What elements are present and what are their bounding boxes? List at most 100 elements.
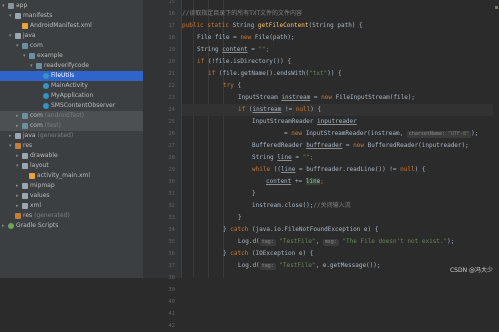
tree-item[interactable]: MainActivity [0, 81, 143, 91]
code-text: { [237, 82, 242, 89]
code-text: ); [447, 238, 455, 245]
tree-item[interactable]: ▾ manifests [0, 11, 143, 21]
code-variable: line [305, 178, 321, 185]
code-text: != [281, 106, 296, 113]
tree-item-label: activity_main.xml [37, 172, 91, 179]
tree-item[interactable]: ▸ java (generated) [0, 131, 143, 141]
tree-item[interactable]: ▸ values [0, 191, 143, 201]
code-comment: //读取指定目录下的所有TXT文件的文件内容 [182, 10, 303, 17]
tree-item-label: SMSContentObserver [51, 102, 116, 109]
tree-item-label: res [23, 142, 33, 149]
tree-item[interactable]: res (generated) [0, 211, 143, 221]
tree-item-tag: (androidTest) [42, 112, 85, 119]
tree-item[interactable]: ▸ drawable [0, 151, 143, 161]
code-line: String content = ""; [197, 44, 269, 56]
tree-item-label: com [30, 112, 43, 119]
code-text: = [342, 142, 354, 149]
code-line: BufferedReader buffreader = new Buffered… [252, 140, 469, 152]
code-keyword: if [238, 106, 249, 113]
tree-item[interactable]: AndroidManifest.xml [0, 21, 143, 31]
editor-scrollbar[interactable] [493, 0, 499, 278]
line-number: 30 [168, 179, 175, 185]
tree-item-label: MyApplication [51, 92, 94, 99]
current-line-highlight [182, 104, 499, 116]
code-line: } [252, 188, 256, 200]
code-text: instream.close(); [252, 202, 314, 209]
tree-item[interactable]: SMSContentObserver [0, 101, 143, 111]
tree-item[interactable]: ▾ res [0, 141, 143, 151]
code-string: "TestFile" [279, 262, 316, 269]
code-brace: } [238, 214, 242, 221]
folder-icon [22, 162, 28, 169]
tree-item[interactable]: ▸ xml [0, 201, 143, 211]
tree-item-label: java [23, 132, 36, 139]
tree-item-tag: (generated) [32, 212, 70, 219]
tree-item[interactable]: ▾ java [0, 31, 143, 41]
tree-item-label: com [30, 122, 43, 129]
tree-item[interactable]: ▸ mipmap [0, 181, 143, 191]
code-text: ) { [414, 166, 426, 173]
tree-item[interactable]: ▸ com (test) [0, 121, 143, 131]
code-string: "The File doesn't not exist." [342, 238, 448, 245]
tree-item[interactable]: MyApplication [0, 91, 143, 101]
tree-item-label: layout [30, 162, 49, 169]
code-keyword: if [197, 58, 208, 65]
code-text: = [310, 94, 322, 101]
tree-item[interactable]: FileUtils [0, 71, 143, 81]
code-keyword: catch [230, 226, 252, 233]
res-icon [15, 212, 21, 219]
code-text: ; [265, 46, 270, 53]
code-variable: instream [281, 94, 311, 101]
code-type: String [232, 22, 258, 29]
tree-item-label: drawable [30, 152, 58, 159]
pkg-icon [29, 52, 35, 59]
line-number: 26 [168, 131, 175, 137]
tree-item-label: xml [30, 202, 42, 209]
code-string: "txt" [309, 70, 328, 77]
line-number: 21 [168, 71, 175, 77]
code-line: public static String getFileContent(Stri… [182, 20, 363, 32]
line-number: 16 [168, 11, 175, 17]
tree-item[interactable]: ▾ example [0, 51, 143, 61]
code-text: FileInputStream(file); [335, 94, 416, 101]
line-number: 34 [168, 227, 175, 233]
line-number: 25 [168, 119, 175, 125]
pkg-icon [22, 112, 28, 119]
folder-icon [22, 182, 28, 189]
line-number: 19 [168, 47, 175, 53]
tree-item[interactable]: ▾ layout [0, 161, 143, 171]
code-line: InputStream instream = new FileInputStre… [238, 92, 415, 104]
folder-icon [15, 132, 21, 139]
tree-item-label: AndroidManifest.xml [30, 22, 92, 29]
code-brace: } [252, 190, 256, 197]
code-line: instream.close();//关闭输入流 [252, 200, 351, 212]
code-text: String [252, 154, 278, 161]
code-variable: inputreader [317, 118, 357, 125]
tree-item[interactable]: ▸ Gradle Scripts [0, 221, 143, 231]
code-editor[interactable]: //读取指定目录下的所有TXT文件的文件内容 public static Str… [182, 0, 499, 278]
code-text: , e.getMessage()); [315, 262, 381, 269]
code-line: //读取指定目录下的所有TXT文件的文件内容 [182, 8, 302, 20]
code-text: (file.getName().endsWith( [218, 70, 310, 77]
code-text: InputStreamReader [252, 118, 318, 125]
res-icon [15, 142, 21, 149]
code-variable: line [277, 154, 292, 161]
folder-icon [22, 202, 28, 209]
project-tree-panel: ▾ app ▾ manifests AndroidManifest.xml ▾ java ▾ c… [0, 0, 144, 278]
tree-item[interactable]: ▾ app [0, 1, 143, 11]
line-number: 41 [168, 311, 175, 317]
tree-item[interactable]: ▾ readverifycode [0, 61, 143, 71]
tree-item-label: res [23, 212, 33, 219]
code-string: "TestFile" [279, 238, 316, 245]
line-number: 28 [168, 155, 175, 161]
tree-item-label: readverifycode [44, 62, 89, 69]
code-line: InputStreamReader inputreader [252, 116, 357, 128]
tree-item[interactable]: ▾ com [0, 41, 143, 51]
tree-item[interactable]: ▸ com (androidTest) [0, 111, 143, 121]
code-text: (( [273, 166, 281, 173]
code-text: += [291, 178, 306, 185]
tree-item-label: com [30, 42, 43, 49]
tree-item[interactable]: activity_main.xml [0, 171, 143, 181]
line-number: 36 [168, 251, 175, 257]
code-keyword: new [240, 34, 255, 41]
